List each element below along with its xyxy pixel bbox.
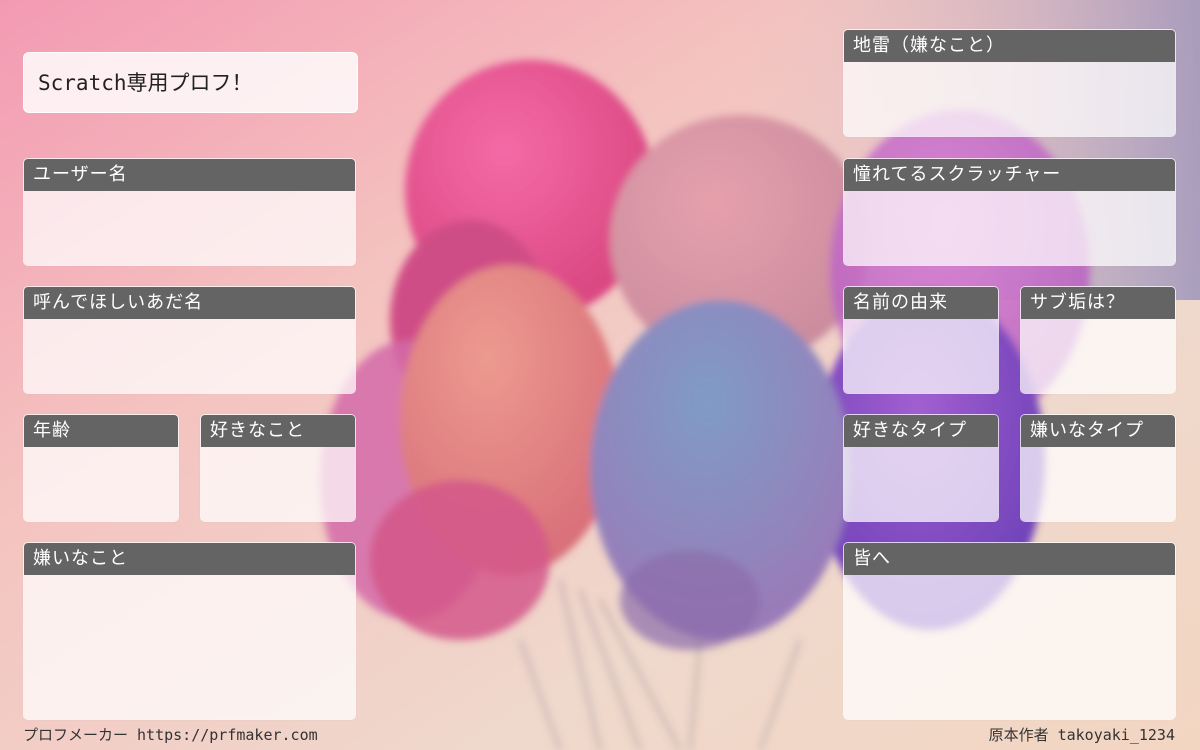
field-label: 年齢 xyxy=(24,415,178,447)
field-input-area[interactable] xyxy=(1021,447,1175,521)
field-disliked-type: 嫌いなタイプ xyxy=(1020,414,1176,522)
field-input-area[interactable] xyxy=(844,447,998,521)
field-input-area[interactable] xyxy=(844,319,998,393)
field-likes: 好きなこと xyxy=(200,414,356,522)
field-label: 皆へ xyxy=(844,543,1175,575)
field-input-area[interactable] xyxy=(24,575,355,719)
maker-credit: プロフメーカー https://prfmaker.com xyxy=(23,726,318,744)
author-credit: 原本作者 takoyaki_1234 xyxy=(988,726,1175,744)
field-landmine: 地雷（嫌なこと） xyxy=(843,29,1176,137)
field-input-area[interactable] xyxy=(24,191,355,265)
field-dislikes: 嫌いなこと xyxy=(23,542,356,720)
field-label: ユーザー名 xyxy=(24,159,355,191)
field-admired-scratcher: 憧れてるスクラッチャー xyxy=(843,158,1176,266)
field-label: サブ垢は？ xyxy=(1021,287,1175,319)
field-nickname: 呼んでほしいあだ名 xyxy=(23,286,356,394)
field-label: 嫌いなタイプ xyxy=(1021,415,1175,447)
field-input-area[interactable] xyxy=(24,319,355,393)
field-label: 嫌いなこと xyxy=(24,543,355,575)
field-label: 名前の由来 xyxy=(844,287,998,319)
field-name-origin: 名前の由来 xyxy=(843,286,999,394)
field-age: 年齢 xyxy=(23,414,179,522)
field-input-area[interactable] xyxy=(1021,319,1175,393)
field-input-area[interactable] xyxy=(844,62,1175,136)
field-label: 憧れてるスクラッチャー xyxy=(844,159,1175,191)
profile-title: Scratch専用プロフ！ xyxy=(23,52,358,113)
field-sub-account: サブ垢は？ xyxy=(1020,286,1176,394)
field-label: 呼んでほしいあだ名 xyxy=(24,287,355,319)
field-liked-type: 好きなタイプ xyxy=(843,414,999,522)
field-message: 皆へ xyxy=(843,542,1176,720)
field-input-area[interactable] xyxy=(844,191,1175,265)
field-input-area[interactable] xyxy=(24,447,178,521)
field-label: 好きなタイプ xyxy=(844,415,998,447)
field-username: ユーザー名 xyxy=(23,158,356,266)
field-input-area[interactable] xyxy=(844,575,1175,719)
field-input-area[interactable] xyxy=(201,447,355,521)
field-label: 地雷（嫌なこと） xyxy=(844,30,1175,62)
field-label: 好きなこと xyxy=(201,415,355,447)
